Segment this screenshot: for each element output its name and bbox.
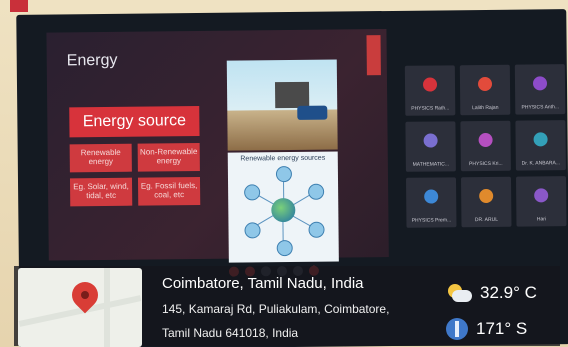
participant-tile[interactable]: DR. ARUL xyxy=(460,176,512,228)
participant-tile[interactable]: Lalith Rajan xyxy=(459,64,511,116)
participant-tile[interactable]: PHYSICS Prem... xyxy=(405,177,457,228)
car-shape xyxy=(297,105,328,120)
wind-row: 171° S xyxy=(446,318,527,340)
participants-grid: PHYSICS Rath... Lalith Rajan PHYSICS Ant… xyxy=(404,64,567,236)
avatar xyxy=(423,133,438,148)
avatar xyxy=(424,189,439,204)
map-pin-dot xyxy=(81,291,89,299)
tidal-node-icon xyxy=(244,184,261,201)
presentation-slide: Energy Energy source Renewable energy No… xyxy=(46,29,389,263)
participant-tile[interactable]: Dr. K. ANBARA... xyxy=(515,120,566,171)
avatar xyxy=(533,132,548,147)
water-node-icon xyxy=(308,221,325,238)
avatar xyxy=(532,76,548,91)
wind-node-icon xyxy=(308,183,325,200)
participant-tile[interactable]: PHYSICS Anth... xyxy=(514,64,566,115)
participant-name: Hari xyxy=(536,216,547,223)
renewable-example-box: Eg. Solar, wind, tidal, etc xyxy=(69,177,133,207)
participant-name: PHYSICS Rath... xyxy=(411,105,450,112)
avatar xyxy=(422,77,438,92)
temperature-value: 32.9° C xyxy=(480,283,537,302)
non-renewable-example-box: Eg. Fossil fuels, coal, etc xyxy=(137,176,201,206)
participant-tile[interactable]: MATHEMATIC... xyxy=(405,121,456,172)
slide-corner-accent xyxy=(366,35,381,76)
avatar xyxy=(534,188,549,203)
red-sticker xyxy=(10,0,28,12)
non-renewable-box: Non-Renewable energy xyxy=(137,142,200,172)
avatar xyxy=(477,76,493,92)
partly-cloudy-icon xyxy=(446,282,472,304)
participant-name: DR. ARUL xyxy=(474,216,498,224)
participant-tile[interactable]: Hari xyxy=(515,176,567,227)
photo-frame: Energy Energy source Renewable energy No… xyxy=(0,0,568,347)
address-line-1: 145, Kamaraj Rd, Puliakulam, Coimbatore, xyxy=(162,302,390,316)
geothermal-node-icon xyxy=(276,240,293,257)
renewable-diagram: Renewable energy sources xyxy=(227,151,339,263)
location-title: Coimbatore, Tamil Nadu, India xyxy=(162,275,364,292)
avatar xyxy=(478,132,493,148)
participant-tile[interactable]: PHYSICS Rath... xyxy=(404,65,456,116)
participant-name: MATHEMATIC... xyxy=(412,161,450,168)
globe-icon xyxy=(271,197,296,223)
avatar xyxy=(479,188,494,204)
sun-node-icon xyxy=(275,166,293,183)
participant-name: Dr. K. ANBARA... xyxy=(521,160,561,167)
address-line-2: Tamil Nadu 641018, India xyxy=(162,326,299,340)
pollution-illustration xyxy=(226,59,338,151)
energy-source-box: Energy source xyxy=(69,105,200,138)
diagram-title: Renewable energy sources xyxy=(240,154,326,163)
participant-tile[interactable]: PHYSICS Kri... xyxy=(460,120,511,172)
renewable-box: Renewable energy xyxy=(69,143,132,173)
biomass-node-icon xyxy=(244,222,261,239)
wind-direction-value: 171° S xyxy=(476,319,528,338)
participant-name: PHYSICS Kri... xyxy=(469,160,503,168)
participant-name: Lalith Rajan xyxy=(472,104,499,112)
temperature-row: 32.9° C xyxy=(446,282,537,304)
map-thumbnail xyxy=(18,268,142,347)
participant-name: PHYSICS Anth... xyxy=(521,104,560,111)
compass-icon xyxy=(446,318,468,340)
participant-name: PHYSICS Prem... xyxy=(411,217,452,224)
map-road xyxy=(104,268,110,347)
slide-title: Energy xyxy=(66,51,118,70)
factory-shape xyxy=(274,81,310,109)
